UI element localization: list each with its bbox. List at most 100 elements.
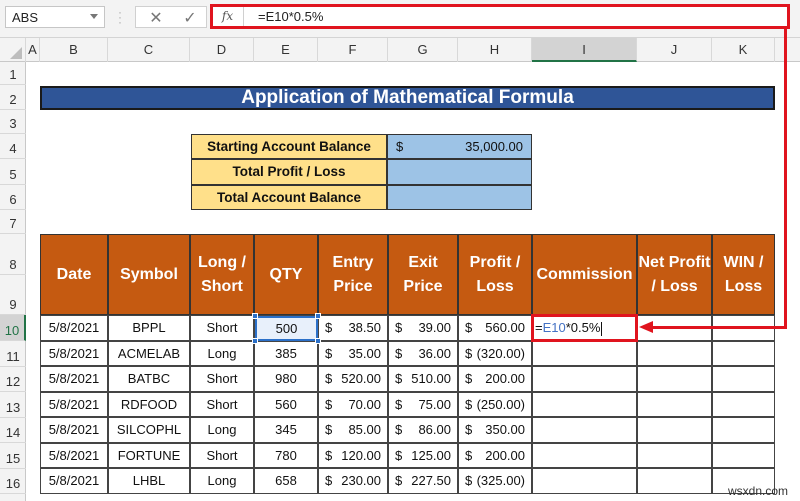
header-profit-loss[interactable]: Profit / Loss [458, 234, 532, 315]
column-header-j[interactable]: J [637, 38, 712, 62]
cell-net[interactable] [637, 417, 712, 443]
row-header-12[interactable]: 12 [0, 367, 26, 392]
cell-pl[interactable]: $ (250.00) [458, 391, 532, 417]
cell-net[interactable] [637, 391, 712, 417]
cell-entry[interactable]: $230.00 [318, 468, 388, 494]
resize-handle[interactable] [252, 338, 258, 344]
insert-function-icon[interactable]: fx [212, 6, 244, 28]
row-header-14[interactable]: 14 [0, 418, 26, 443]
column-header-h[interactable]: H [458, 38, 532, 62]
select-all-button[interactable] [0, 38, 26, 62]
column-header-e[interactable]: E [254, 38, 318, 62]
header-date[interactable]: Date [40, 234, 108, 315]
summary-label-starting-balance[interactable]: Starting Account Balance [191, 134, 387, 159]
cell-qty[interactable]: 560 [254, 391, 318, 417]
row-header-6[interactable]: 6 [0, 185, 26, 210]
cell-entry[interactable]: $38.50 [318, 315, 388, 341]
cell-exit[interactable]: $39.00 [388, 315, 458, 341]
cell-pl[interactable]: $350.00 [458, 417, 532, 443]
row-header-11[interactable]: 11 [0, 341, 26, 367]
column-header-b[interactable]: B [40, 38, 108, 62]
cell-date[interactable]: 5/8/2021 [40, 366, 108, 392]
cell-symbol[interactable]: FORTUNE [108, 442, 190, 468]
cell-date[interactable]: 5/8/2021 [40, 468, 108, 494]
selected-reference-cell-e10[interactable]: 500 [255, 316, 318, 341]
cell-side[interactable]: Long [190, 340, 254, 366]
cell-commission[interactable] [532, 340, 637, 366]
cell-net[interactable] [637, 468, 712, 494]
cell-exit[interactable]: $86.00 [388, 417, 458, 443]
header-exit-price[interactable]: Exit Price [388, 234, 458, 315]
cell-commission[interactable] [532, 391, 637, 417]
cell-net[interactable] [637, 340, 712, 366]
cell-symbol[interactable]: RDFOOD [108, 391, 190, 417]
cell-exit[interactable]: $75.00 [388, 391, 458, 417]
column-header-c[interactable]: C [108, 38, 190, 62]
cell-win[interactable] [712, 442, 775, 468]
cell-side[interactable]: Short [190, 391, 254, 417]
cell-entry[interactable]: $120.00 [318, 442, 388, 468]
resize-handle[interactable] [315, 313, 321, 319]
header-net-profit-loss[interactable]: Net Profit / Loss [637, 234, 712, 315]
cell-win[interactable] [712, 417, 775, 443]
cell-commission[interactable] [532, 366, 637, 392]
row-header-1[interactable]: 1 [0, 62, 26, 85]
cell-side[interactable]: Long [190, 468, 254, 494]
cell-pl[interactable]: $ (325.00) [458, 468, 532, 494]
cell-qty[interactable]: 385 [254, 340, 318, 366]
cell-qty[interactable]: 345 [254, 417, 318, 443]
cell-side[interactable]: Short [190, 366, 254, 392]
column-header-i[interactable]: I [532, 38, 637, 62]
header-entry-price[interactable]: Entry Price [318, 234, 388, 315]
commission-cell-editing[interactable]: =E10*0.5% [533, 316, 637, 341]
cell-commission[interactable] [532, 468, 637, 494]
column-header-d[interactable]: D [190, 38, 254, 62]
cell-date[interactable]: 5/8/2021 [40, 315, 108, 341]
cell-pl[interactable]: $ (320.00) [458, 340, 532, 366]
cell-entry[interactable]: $35.00 [318, 340, 388, 366]
cell-date[interactable]: 5/8/2021 [40, 391, 108, 417]
cell-side[interactable]: Short [190, 315, 254, 341]
cancel-icon[interactable]: ✕ [144, 8, 168, 28]
cell-symbol[interactable]: ACMELAB [108, 340, 190, 366]
cell-commission[interactable] [532, 417, 637, 443]
cell-qty[interactable]: 658 [254, 468, 318, 494]
row-header-13[interactable]: 13 [0, 392, 26, 418]
row-header-16[interactable]: 16 [0, 469, 26, 494]
cell-date[interactable]: 5/8/2021 [40, 417, 108, 443]
formula-input[interactable]: =E10*0.5% [244, 6, 787, 28]
cell-qty[interactable]: 780 [254, 442, 318, 468]
column-header-a[interactable]: A [26, 38, 40, 62]
resize-handle[interactable] [252, 313, 258, 319]
cell-entry[interactable]: $70.00 [318, 391, 388, 417]
cell-win[interactable] [712, 340, 775, 366]
row-header-10[interactable]: 10 [0, 315, 26, 341]
cell-exit[interactable]: $510.00 [388, 366, 458, 392]
cell-pl[interactable]: $200.00 [458, 442, 532, 468]
chevron-down-icon[interactable] [90, 14, 98, 19]
cell-symbol[interactable]: BATBC [108, 366, 190, 392]
cell-side[interactable]: Short [190, 442, 254, 468]
header-qty[interactable]: QTY [254, 234, 318, 315]
cell-date[interactable]: 5/8/2021 [40, 442, 108, 468]
summary-label-total-balance[interactable]: Total Account Balance [191, 185, 387, 210]
enter-icon[interactable]: ✓ [178, 8, 202, 28]
cell-commission[interactable] [532, 442, 637, 468]
drag-handle-icon[interactable]: · · · [117, 6, 123, 28]
cell-exit[interactable]: $125.00 [388, 442, 458, 468]
cell-symbol[interactable]: LHBL [108, 468, 190, 494]
cell-exit[interactable]: $227.50 [388, 468, 458, 494]
summary-value-total-profit-loss[interactable] [387, 159, 532, 185]
cell-pl[interactable]: $200.00 [458, 366, 532, 392]
cell-entry[interactable]: $85.00 [318, 417, 388, 443]
header-long-short[interactable]: Long / Short [190, 234, 254, 315]
column-header-f[interactable]: F [318, 38, 388, 62]
summary-label-total-profit-loss[interactable]: Total Profit / Loss [191, 159, 387, 185]
cell-date[interactable]: 5/8/2021 [40, 340, 108, 366]
name-box[interactable]: ABS [5, 6, 105, 28]
header-symbol[interactable]: Symbol [108, 234, 190, 315]
summary-value-total-balance[interactable] [387, 185, 532, 210]
cell-qty[interactable]: 980 [254, 366, 318, 392]
row-header-5[interactable]: 5 [0, 159, 26, 185]
cell-symbol[interactable]: BPPL [108, 315, 190, 341]
